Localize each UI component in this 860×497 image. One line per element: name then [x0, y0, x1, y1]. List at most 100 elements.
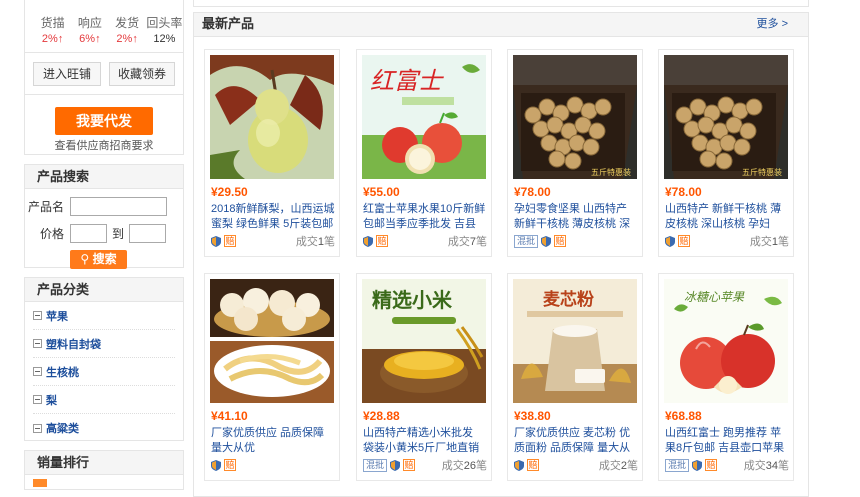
product-card[interactable]: 五斤特惠装 ¥78.00 孕妇零食坚果 山西特产 新鲜干核桃 薄皮核桃 深山...… — [507, 49, 643, 257]
product-card[interactable]: ¥29.50 2018新鲜酥梨，山西运城蜜梨 绿色鲜果 5斤装包邮赔 成交1笔 — [204, 49, 340, 257]
product-image[interactable] — [210, 279, 334, 403]
product-image[interactable]: 麦芯粉 — [513, 279, 637, 403]
shield-icon — [211, 459, 221, 471]
product-price: ¥78.00 — [665, 185, 702, 199]
product-title-link[interactable]: 山西特产 新鲜干核桃 薄皮核桃 深山核桃 孕妇零... — [665, 202, 789, 232]
compensation-badge: 赔 — [527, 459, 539, 471]
category-link[interactable]: 苹果 — [46, 308, 68, 324]
product-title-link[interactable]: 厂家优质供应 品质保障 量大从优 — [211, 426, 335, 456]
more-link[interactable]: 更多 > — [757, 13, 788, 35]
deal-prefix: 成交 — [295, 236, 318, 248]
product-price: ¥55.00 — [363, 185, 400, 199]
walnut-box-text: 五斤特惠装 — [742, 167, 782, 177]
deal-count: 成交1笔 — [296, 233, 335, 249]
product-image[interactable] — [210, 55, 334, 179]
compensation-badge: 赔 — [554, 235, 567, 247]
product-price: ¥41.10 — [211, 409, 248, 423]
collapse-icon[interactable] — [33, 367, 42, 376]
mixed-wholesale-badge: 混批 — [514, 234, 539, 248]
product-meta: 混批 赔 成交34笔 — [665, 458, 789, 472]
supplier-requirements-link[interactable]: 查看供应商招商要求 — [25, 137, 183, 153]
shop-stat-label: 响应 — [77, 16, 102, 30]
shop-actions: 进入旺铺 收藏领券 — [24, 53, 184, 95]
top-strip — [193, 0, 809, 7]
collapse-icon[interactable] — [33, 339, 42, 348]
deal-count: 成交1笔 — [750, 233, 789, 249]
product-price: ¥78.00 — [514, 185, 551, 199]
favorite-coupon-button[interactable]: 收藏领券 — [109, 62, 175, 86]
product-image[interactable]: 五斤特惠装 — [513, 55, 637, 179]
category-item[interactable]: 生核桃 — [33, 358, 175, 386]
collapse-icon[interactable] — [33, 311, 42, 320]
product-card[interactable]: 冰糖心苹果 ¥68.88 山西红富士 跑男推荐 苹果8斤包邮 吉县壶口苹果批...… — [658, 273, 794, 481]
walnut-box-text: 五斤特惠装 — [591, 167, 631, 177]
category-link[interactable]: 高粱类 — [46, 420, 79, 436]
product-image[interactable]: 精选小米 — [362, 279, 486, 403]
deal-suffix: 笔 — [476, 460, 487, 472]
rank-item[interactable] — [25, 479, 183, 487]
product-search-title: 产品搜索 — [25, 165, 183, 189]
product-price: ¥29.50 — [211, 185, 248, 199]
deal-prefix: 成交 — [743, 460, 766, 472]
product-card[interactable]: 精选小米 ¥28.88 山西特产精选小米批发 袋装小黄米5斤厂地直销 月... 混批… — [356, 273, 492, 481]
deal-suffix: 笔 — [627, 460, 638, 472]
millet-banner-text: 精选小米 — [372, 288, 453, 312]
product-title-link[interactable]: 山西红富士 跑男推荐 苹果8斤包邮 吉县壶口苹果批... — [665, 426, 789, 456]
product-name-input[interactable] — [70, 197, 167, 216]
compensation-badge: 赔 — [403, 459, 416, 471]
product-search-panel: 产品搜索 产品名 价格 到 ⚲ 搜索 — [24, 164, 184, 269]
product-price: ¥38.80 — [514, 409, 551, 423]
shop-stat-label: 货描 — [40, 16, 65, 30]
shop-stat-label: 发货 — [115, 16, 140, 30]
category-item[interactable]: 苹果 — [33, 302, 175, 330]
category-link[interactable]: 梨 — [46, 392, 57, 408]
compensation-badge: 赔 — [224, 459, 236, 471]
price-max-input[interactable] — [129, 224, 166, 243]
deal-prefix: 成交 — [749, 236, 772, 248]
mixed-wholesale-badge: 混批 — [363, 458, 388, 472]
category-item[interactable]: 塑料自封袋 — [33, 330, 175, 358]
product-price: ¥68.88 — [665, 409, 702, 423]
collapse-icon[interactable] — [33, 423, 42, 433]
shop-stat-label: 回头率 — [146, 16, 183, 30]
product-title-link[interactable]: 山西特产精选小米批发 袋装小黄米5斤厂地直销 月... — [363, 426, 487, 456]
apples-banner-text: 冰糖心苹果 — [684, 290, 745, 304]
shop-stat-value: 12% — [153, 33, 176, 45]
search-icon: ⚲ — [80, 252, 90, 266]
deal-suffix: 笔 — [778, 460, 789, 472]
product-image[interactable]: 红富士 — [362, 55, 486, 179]
category-item[interactable]: 高粱类 — [33, 414, 175, 442]
shop-stat-value: 6%↑ — [79, 33, 101, 45]
search-button[interactable]: ⚲ 搜索 — [70, 250, 127, 269]
deal-suffix: 笔 — [778, 236, 789, 248]
product-card[interactable]: 五斤特惠装 ¥78.00 山西特产 新鲜干核桃 薄皮核桃 深山核桃 孕妇零... 赔… — [658, 49, 794, 257]
category-link[interactable]: 生核桃 — [46, 364, 79, 380]
product-meta: 赔 成交1笔 — [211, 234, 335, 248]
compensation-badge: 赔 — [376, 235, 388, 247]
product-title-link[interactable]: 2018新鲜酥梨，山西运城蜜梨 绿色鲜果 5斤装包邮 — [211, 202, 335, 232]
shop-stat: 货描 2%↑ — [34, 17, 71, 46]
price-min-input[interactable] — [70, 224, 107, 243]
product-title-link[interactable]: 厂家优质供应 麦芯粉 优质面粉 品质保障 量大从优 — [514, 426, 638, 456]
product-card[interactable]: ¥41.10 厂家优质供应 品质保障 量大从优赔 — [204, 273, 340, 481]
product-name-label: 产品名 — [27, 200, 64, 214]
deal-number: 34 — [765, 460, 778, 472]
category-link[interactable]: 塑料自封袋 — [46, 336, 101, 352]
product-image[interactable]: 五斤特惠装 — [664, 55, 788, 179]
product-title-link[interactable]: 孕妇零食坚果 山西特产 新鲜干核桃 薄皮核桃 深山... — [514, 202, 638, 232]
price-label: 价格 — [39, 227, 64, 241]
shield-icon — [692, 459, 703, 471]
dropship-button[interactable]: 我要代发 — [55, 107, 153, 135]
enter-shop-button[interactable]: 进入旺铺 — [33, 62, 101, 86]
category-item[interactable]: 梨 — [33, 386, 175, 414]
product-category-title: 产品分类 — [25, 278, 183, 302]
product-card[interactable]: 红富士 ¥55.00 红富士苹果水果10斤新鲜包邮当季应季批发 吉县壶... 赔 成交… — [356, 49, 492, 257]
shop-stat-value: 2%↑ — [116, 33, 138, 45]
deal-suffix: 笔 — [324, 236, 335, 248]
product-image[interactable]: 冰糖心苹果 — [664, 279, 788, 403]
collapse-icon[interactable] — [33, 395, 42, 404]
deal-count: 成交26笔 — [442, 457, 487, 473]
product-card[interactable]: 麦芯粉 ¥38.80 厂家优质供应 麦芯粉 优质面粉 品质保障 量大从优赔 成交2笔 — [507, 273, 643, 481]
product-title-link[interactable]: 红富士苹果水果10斤新鲜包邮当季应季批发 吉县壶... — [363, 202, 487, 232]
rank-badge — [33, 479, 47, 487]
